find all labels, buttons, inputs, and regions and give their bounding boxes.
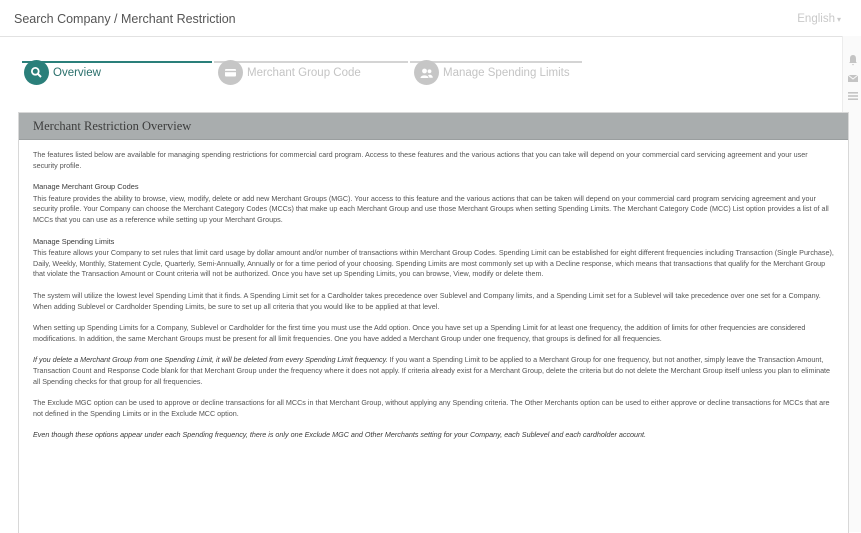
top-bar: Search Company / Merchant Restriction En… [0, 0, 861, 37]
paragraph-delete-warning: If you delete a Merchant Group from one … [33, 355, 834, 387]
language-selector[interactable]: English ▾ [797, 13, 841, 25]
breadcrumb: Search Company / Merchant Restriction [14, 12, 236, 26]
step-merchant-group-code-label: Merchant Group Code [247, 66, 361, 79]
section-heading-merchant-group-codes: Manage Merchant Group Codes [33, 182, 139, 192]
step-manage-spending-limits[interactable]: Manage Spending Limits [414, 60, 570, 85]
search-icon [24, 60, 49, 85]
mail-icon[interactable] [847, 72, 859, 84]
section-body-spending-limits: This feature allows your Company to set … [33, 248, 834, 279]
delete-warning-emphasis: If you delete a Merchant Group from one … [33, 355, 388, 365]
section-body-merchant-group-codes: This feature provides the ability to bro… [33, 193, 829, 224]
bell-icon[interactable] [847, 54, 859, 66]
panel-title: Merchant Restriction Overview [19, 113, 848, 140]
paragraph-exclude-mgc: The Exclude MGC option can be used to ap… [33, 398, 830, 418]
overview-panel: Merchant Restriction Overview The featur… [18, 112, 849, 533]
step-overview[interactable]: Overview [24, 60, 101, 85]
paragraph-lowest-level: The system will utilize the lowest level… [33, 290, 821, 311]
list-icon[interactable] [847, 90, 859, 102]
chevron-down-icon: ▾ [836, 15, 841, 24]
step-manage-spending-limits-label: Manage Spending Limits [443, 66, 570, 79]
card-icon [218, 60, 243, 85]
intro-paragraph: The features listed below are available … [33, 150, 808, 170]
step-overview-label: Overview [53, 66, 101, 79]
paragraph-note: Even though these options appear under e… [33, 430, 834, 441]
language-label: English [797, 13, 835, 25]
user-group-icon [414, 60, 439, 85]
panel-body: The features listed below are available … [19, 140, 848, 441]
note-emphasis: Even though these options appear under e… [33, 430, 647, 440]
section-heading-spending-limits: Manage Spending Limits [33, 236, 115, 246]
paragraph-add-option: When setting up Spending Limits for a Co… [33, 323, 806, 343]
step-merchant-group-code[interactable]: Merchant Group Code [218, 60, 361, 85]
